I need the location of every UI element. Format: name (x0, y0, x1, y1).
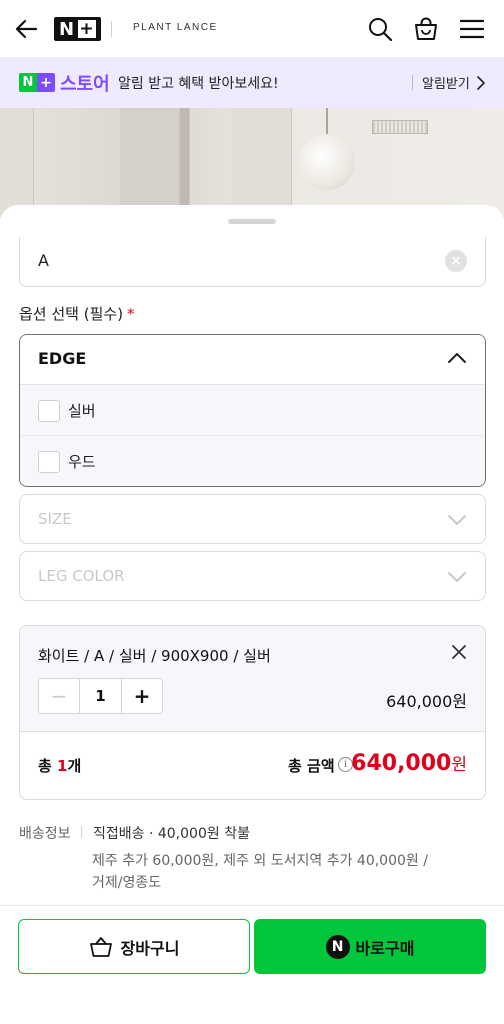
size-placeholder: SIZE (38, 510, 72, 528)
leg-color-placeholder: LEG COLOR (38, 567, 125, 585)
option-bottom-sheet: A × 옵션 선택 (필수) * EDGE 실버 우드 SIZE LEG COLO… (0, 205, 504, 1024)
total-price: 640,000원 (351, 750, 467, 776)
clear-icon[interactable]: × (445, 250, 467, 272)
edge-dropdown-title: EDGE (38, 349, 87, 368)
selected-item-row: 화이트 / A / 실버 / 900X900 / 실버 − 1 + 640,00… (20, 626, 485, 732)
total-price-currency: 원 (451, 755, 467, 775)
option-label: 우드 (68, 453, 96, 471)
chevron-down-icon (448, 572, 466, 582)
nplus-badge: N + (19, 73, 55, 92)
edge-dropdown[interactable]: EDGE 실버 우드 (19, 334, 486, 487)
checkbox[interactable] (38, 451, 60, 473)
size-select[interactable]: SIZE (19, 494, 486, 544)
quantity-value[interactable]: 1 (80, 679, 121, 713)
option-select-label: 옵션 선택 (필수) * (19, 303, 135, 324)
edge-dropdown-header[interactable]: EDGE (20, 335, 485, 385)
product-photo-background (0, 108, 504, 218)
nplus-logo-plus: + (78, 18, 97, 39)
brand-name[interactable]: PLANT LANCE (133, 22, 218, 33)
chevron-down-icon (448, 515, 466, 525)
dropdown-option-silver[interactable]: 실버 (20, 385, 485, 436)
banner-divider (412, 75, 413, 90)
total-count: 총 1개 (38, 755, 81, 776)
leg-color-select[interactable]: LEG COLOR (19, 551, 486, 601)
back-arrow-icon[interactable] (14, 16, 40, 42)
total-count-prefix: 총 (38, 757, 58, 775)
add-to-cart-label: 장바구니 (120, 938, 180, 958)
checkbox[interactable] (38, 400, 60, 422)
shopping-basket-icon (89, 936, 112, 957)
option-label-text: 옵션 선택 (필수) (19, 305, 124, 323)
quantity-increase-button[interactable]: + (121, 679, 162, 713)
selected-item-summary: 화이트 / A / 실버 / 900X900 / 실버 − 1 + 640,00… (19, 625, 486, 800)
quantity-decrease-button[interactable]: − (39, 679, 80, 713)
search-icon[interactable] (367, 16, 393, 42)
total-amount-label: 총 금액 (288, 757, 335, 775)
quantity-stepper[interactable]: − 1 + (38, 678, 163, 714)
selected-option-value: A (38, 251, 49, 270)
banner-message: 알림 받고 혜택 받아보세요! (118, 76, 279, 92)
shipping-info: 배송정보 직접배송 · 40,000원 착불 (19, 823, 250, 843)
header-divider (111, 21, 112, 37)
sheet-drag-handle[interactable] (228, 219, 276, 224)
pendant-lamp-image (299, 134, 355, 190)
nplus-logo-n: N (58, 18, 76, 40)
shipping-divider (81, 826, 82, 838)
total-count-number: 1 (57, 757, 68, 775)
top-header: N + PLANT LANCE (0, 0, 504, 58)
shipping-value: 직접배송 · 40,000원 착불 (93, 826, 250, 842)
option-label: 실버 (68, 402, 96, 420)
dropdown-option-wood[interactable]: 우드 (20, 436, 485, 486)
shipping-label: 배송정보 (19, 826, 71, 842)
buy-now-button[interactable]: N 바로구매 (254, 919, 486, 974)
badge-plus: + (37, 73, 55, 92)
buy-now-label: 바로구매 (355, 938, 415, 958)
total-price-value: 640,000 (351, 751, 452, 776)
total-count-suffix: 개 (67, 757, 82, 775)
chevron-right-icon (477, 76, 485, 90)
alarm-subscribe-link[interactable]: 알림받기 (422, 73, 470, 92)
badge-n: N (19, 73, 37, 92)
chevron-up-icon (448, 353, 466, 363)
required-mark: * (127, 305, 135, 323)
close-icon[interactable] (451, 644, 467, 660)
nplus-logo[interactable]: N + (54, 17, 101, 41)
shipping-extra-fee: 제주 추가 60,000원, 제주 외 도서지역 추가 40,000원 / 거제… (92, 853, 428, 891)
selected-item-name: 화이트 / A / 실버 / 900X900 / 실버 (38, 647, 271, 665)
naver-n-icon: N (325, 934, 350, 959)
store-label: 스토어 (60, 74, 110, 95)
add-to-cart-button[interactable]: 장바구니 (18, 919, 250, 974)
notification-banner[interactable]: N + 스토어 알림 받고 혜택 받아보세요! 알림받기 (0, 58, 504, 108)
shopping-bag-icon[interactable] (413, 16, 439, 42)
menu-icon[interactable] (459, 16, 485, 42)
item-price: 640,000원 (386, 692, 467, 711)
selected-option-field[interactable]: A × (19, 237, 486, 287)
action-bar-divider (0, 905, 504, 906)
